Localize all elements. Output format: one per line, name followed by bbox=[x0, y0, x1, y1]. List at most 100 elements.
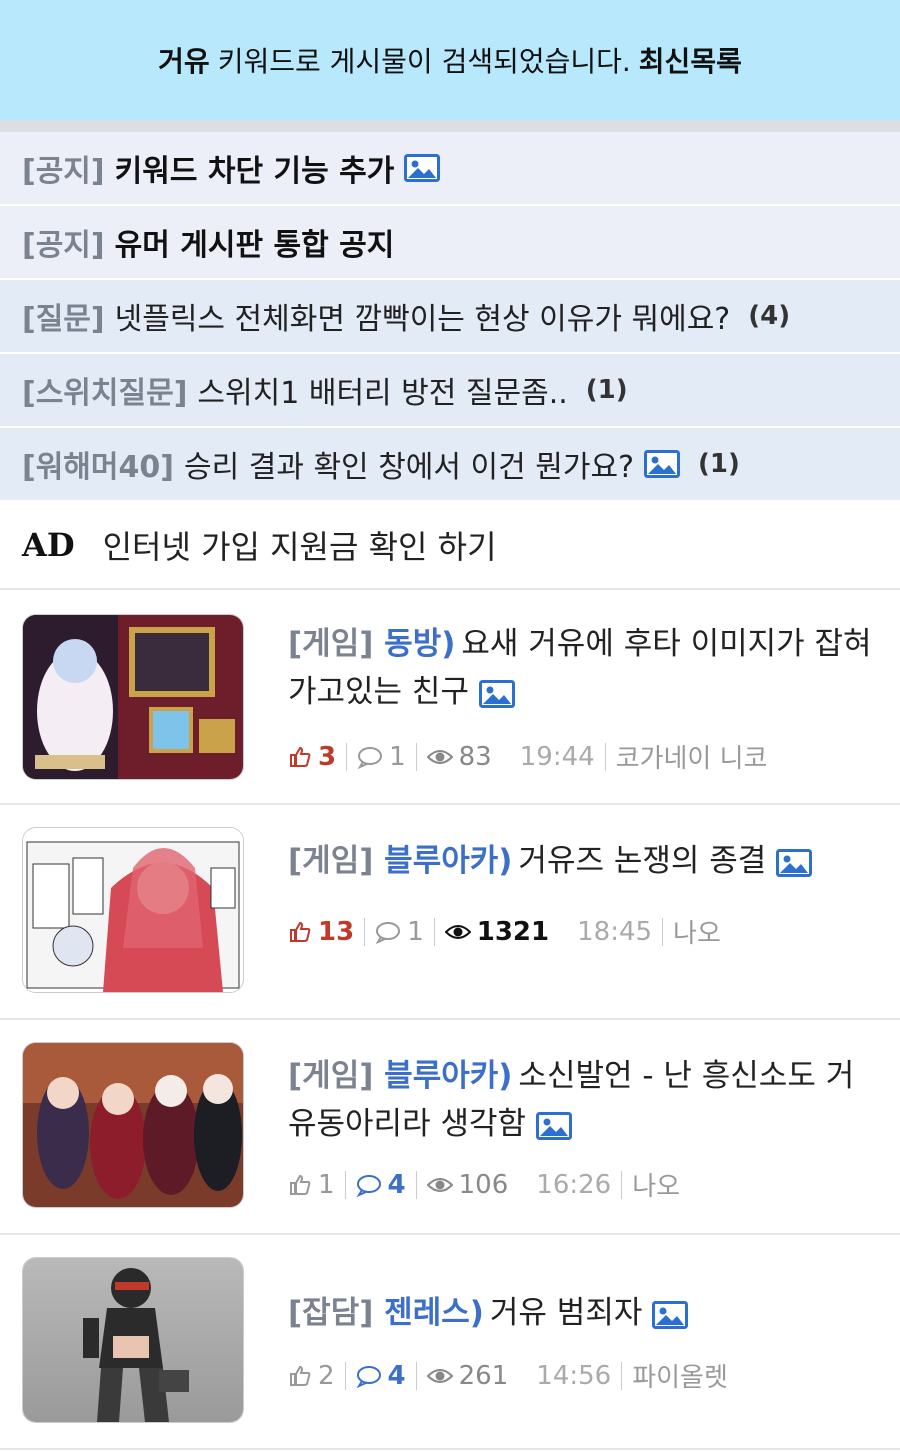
view-count: 261 bbox=[426, 1361, 508, 1391]
notice-item[interactable]: [스위치질문] 스위치1 배터리 방전 질문좀.. (1) bbox=[0, 354, 900, 428]
post-list: [게임] 동방) 요새 거유에 후타 이미지가 잡혀가고있는 친구 3 1 83 19:4… bbox=[0, 590, 900, 1450]
divider bbox=[604, 742, 606, 771]
post-category: 동방) bbox=[384, 626, 456, 662]
post-meta: 1 4 106 16:26 나오 bbox=[288, 1166, 680, 1203]
post-time: 19:44 bbox=[519, 741, 595, 772]
divider bbox=[621, 1170, 623, 1199]
eye-icon bbox=[426, 1177, 453, 1192]
notice-title[interactable]: 넷플릭스 전체화면 깜빡이는 현상 이유가 뭐에요? bbox=[115, 294, 731, 338]
divider bbox=[364, 917, 366, 946]
notice-title[interactable]: 키워드 차단 기능 추가 bbox=[115, 146, 395, 190]
comment-count: (4) bbox=[748, 301, 791, 331]
post-title[interactable]: [게임] 블루아카) 거유즈 논쟁의 종결 bbox=[288, 837, 880, 885]
post-author[interactable]: 나오 bbox=[632, 1166, 680, 1203]
post-thumbnail[interactable] bbox=[22, 1257, 244, 1423]
post-category: 젠레스) bbox=[384, 1295, 484, 1331]
latest-list-link[interactable]: 최신목록 bbox=[639, 40, 742, 80]
post-item[interactable]: [게임] 블루아카) 소신발언 - 난 흥신소도 거유동아리라 생각함 1 4 106 1… bbox=[0, 1020, 900, 1235]
post-time: 18:45 bbox=[577, 916, 653, 947]
divider bbox=[415, 742, 417, 771]
like-count: 1 bbox=[288, 1170, 335, 1200]
ad-text[interactable]: 인터넷 가입 지원금 확인 하기 bbox=[103, 522, 497, 568]
ad-row[interactable]: AD 인터넷 가입 지원금 확인 하기 bbox=[0, 502, 900, 590]
post-text[interactable]: [게임] 블루아카) 거유즈 논쟁의 종결 bbox=[288, 837, 880, 885]
comment-count: (1) bbox=[585, 375, 628, 405]
post-category: 블루아카) bbox=[384, 1058, 513, 1094]
post-meta: 2 4 261 14:56 파이올렛 bbox=[288, 1357, 728, 1394]
divider bbox=[344, 1361, 346, 1390]
divider bbox=[346, 742, 348, 771]
notice-tag: [질문] bbox=[22, 302, 105, 337]
comment-count: 1 bbox=[375, 917, 424, 947]
ad-label: AD bbox=[22, 526, 75, 564]
notice-title[interactable]: 스위치1 배터리 방전 질문좀.. bbox=[197, 368, 567, 412]
post-title-text[interactable]: 거유 범죄자 bbox=[490, 1295, 642, 1331]
view-count: 106 bbox=[426, 1170, 508, 1200]
like-count: 2 bbox=[288, 1361, 335, 1391]
comment-icon bbox=[375, 921, 401, 944]
comment-icon bbox=[357, 746, 383, 769]
notice-tag: [스위치질문] bbox=[22, 376, 188, 411]
post-tag: [게임] bbox=[288, 626, 385, 662]
post-time: 14:56 bbox=[536, 1360, 612, 1391]
notice-item[interactable]: [워해머40] 승리 결과 확인 창에서 이건 뭔가요? (1) bbox=[0, 428, 900, 502]
divider bbox=[621, 1361, 623, 1390]
post-thumbnail[interactable] bbox=[22, 827, 244, 993]
divider bbox=[662, 917, 664, 946]
post-title[interactable]: [게임] 블루아카) 소신발언 - 난 흥신소도 거유동아리라 생각함 bbox=[288, 1052, 880, 1148]
image-attached-icon bbox=[652, 1300, 689, 1329]
comment-icon bbox=[356, 1365, 381, 1388]
thumbs-up-icon bbox=[290, 746, 311, 767]
post-item[interactable]: [게임] 블루아카) 거유즈 논쟁의 종결 13 1 1321 18:45 나오 bbox=[0, 805, 900, 1020]
comment-icon bbox=[356, 1174, 381, 1197]
post-tag: [게임] bbox=[288, 1058, 385, 1094]
image-attached-icon bbox=[644, 450, 680, 478]
post-tag: [게임] bbox=[288, 843, 385, 879]
divider bbox=[415, 1361, 417, 1390]
search-result-banner: 거유 키워드로 게시물이 검색되었습니다. 최신목록 bbox=[0, 0, 900, 120]
like-count: 13 bbox=[288, 917, 354, 947]
notice-title[interactable]: 승리 결과 확인 창에서 이건 뭔가요? bbox=[184, 442, 634, 486]
like-count: 3 bbox=[288, 742, 336, 772]
thumbs-up-icon bbox=[290, 1365, 311, 1386]
image-attached-icon bbox=[404, 154, 441, 182]
post-item[interactable]: [게임] 동방) 요새 거유에 후타 이미지가 잡혀가고있는 친구 3 1 83 19:4… bbox=[0, 590, 900, 805]
post-tag: [잡담] bbox=[288, 1295, 385, 1331]
comment-count: 4 bbox=[356, 1361, 406, 1391]
notice-item[interactable]: [공지] 키워드 차단 기능 추가 bbox=[0, 132, 900, 206]
post-time: 16:26 bbox=[536, 1169, 612, 1200]
post-text[interactable]: [게임] 동방) 요새 거유에 후타 이미지가 잡혀가고있는 친구 bbox=[288, 620, 880, 716]
image-attached-icon bbox=[776, 848, 813, 877]
divider bbox=[344, 1170, 346, 1199]
comment-count: (1) bbox=[698, 449, 740, 479]
image-attached-icon bbox=[478, 679, 515, 708]
post-item[interactable]: [잡담] 젠레스) 거유 범죄자 2 4 261 14:56 파이올렛 bbox=[0, 1235, 900, 1450]
eye-icon bbox=[444, 924, 471, 939]
notice-tag: [공지] bbox=[22, 228, 105, 263]
notice-item[interactable]: [공지] 유머 게시판 통합 공지 bbox=[0, 206, 900, 280]
post-category: 블루아카) bbox=[384, 843, 513, 879]
post-meta: 3 1 83 19:44 코가네이 니코 bbox=[288, 738, 767, 775]
post-author[interactable]: 나오 bbox=[673, 913, 721, 950]
notice-tag: [공지] bbox=[22, 154, 105, 189]
post-title[interactable]: [게임] 동방) 요새 거유에 후타 이미지가 잡혀가고있는 친구 bbox=[288, 620, 880, 716]
post-thumbnail[interactable] bbox=[22, 1042, 244, 1208]
notice-title[interactable]: 유머 게시판 통합 공지 bbox=[115, 220, 395, 264]
divider bbox=[0, 120, 900, 132]
post-author[interactable]: 코가네이 니코 bbox=[616, 738, 768, 775]
notice-list: [공지] 키워드 차단 기능 추가 [공지] 유머 게시판 통합 공지 [질문] 넷플릭스… bbox=[0, 132, 900, 502]
notice-item[interactable]: [질문] 넷플릭스 전체화면 깜빡이는 현상 이유가 뭐에요? (4) bbox=[0, 280, 900, 354]
post-meta: 13 1 1321 18:45 나오 bbox=[288, 913, 721, 950]
view-count: 1321 bbox=[444, 917, 549, 947]
image-attached-icon bbox=[536, 1111, 573, 1140]
notice-tag: [워해머40] bbox=[22, 450, 174, 485]
post-author[interactable]: 파이올렛 bbox=[632, 1357, 728, 1394]
post-title[interactable]: [잡담] 젠레스) 거유 범죄자 bbox=[288, 1289, 880, 1337]
post-title-text[interactable]: 거유즈 논쟁의 종결 bbox=[518, 843, 766, 879]
thumbs-up-icon bbox=[290, 1174, 311, 1195]
divider bbox=[433, 917, 435, 946]
post-text[interactable]: [잡담] 젠레스) 거유 범죄자 bbox=[288, 1289, 880, 1337]
post-thumbnail[interactable] bbox=[22, 614, 244, 780]
post-text[interactable]: [게임] 블루아카) 소신발언 - 난 흥신소도 거유동아리라 생각함 bbox=[288, 1052, 880, 1148]
divider bbox=[415, 1170, 417, 1199]
